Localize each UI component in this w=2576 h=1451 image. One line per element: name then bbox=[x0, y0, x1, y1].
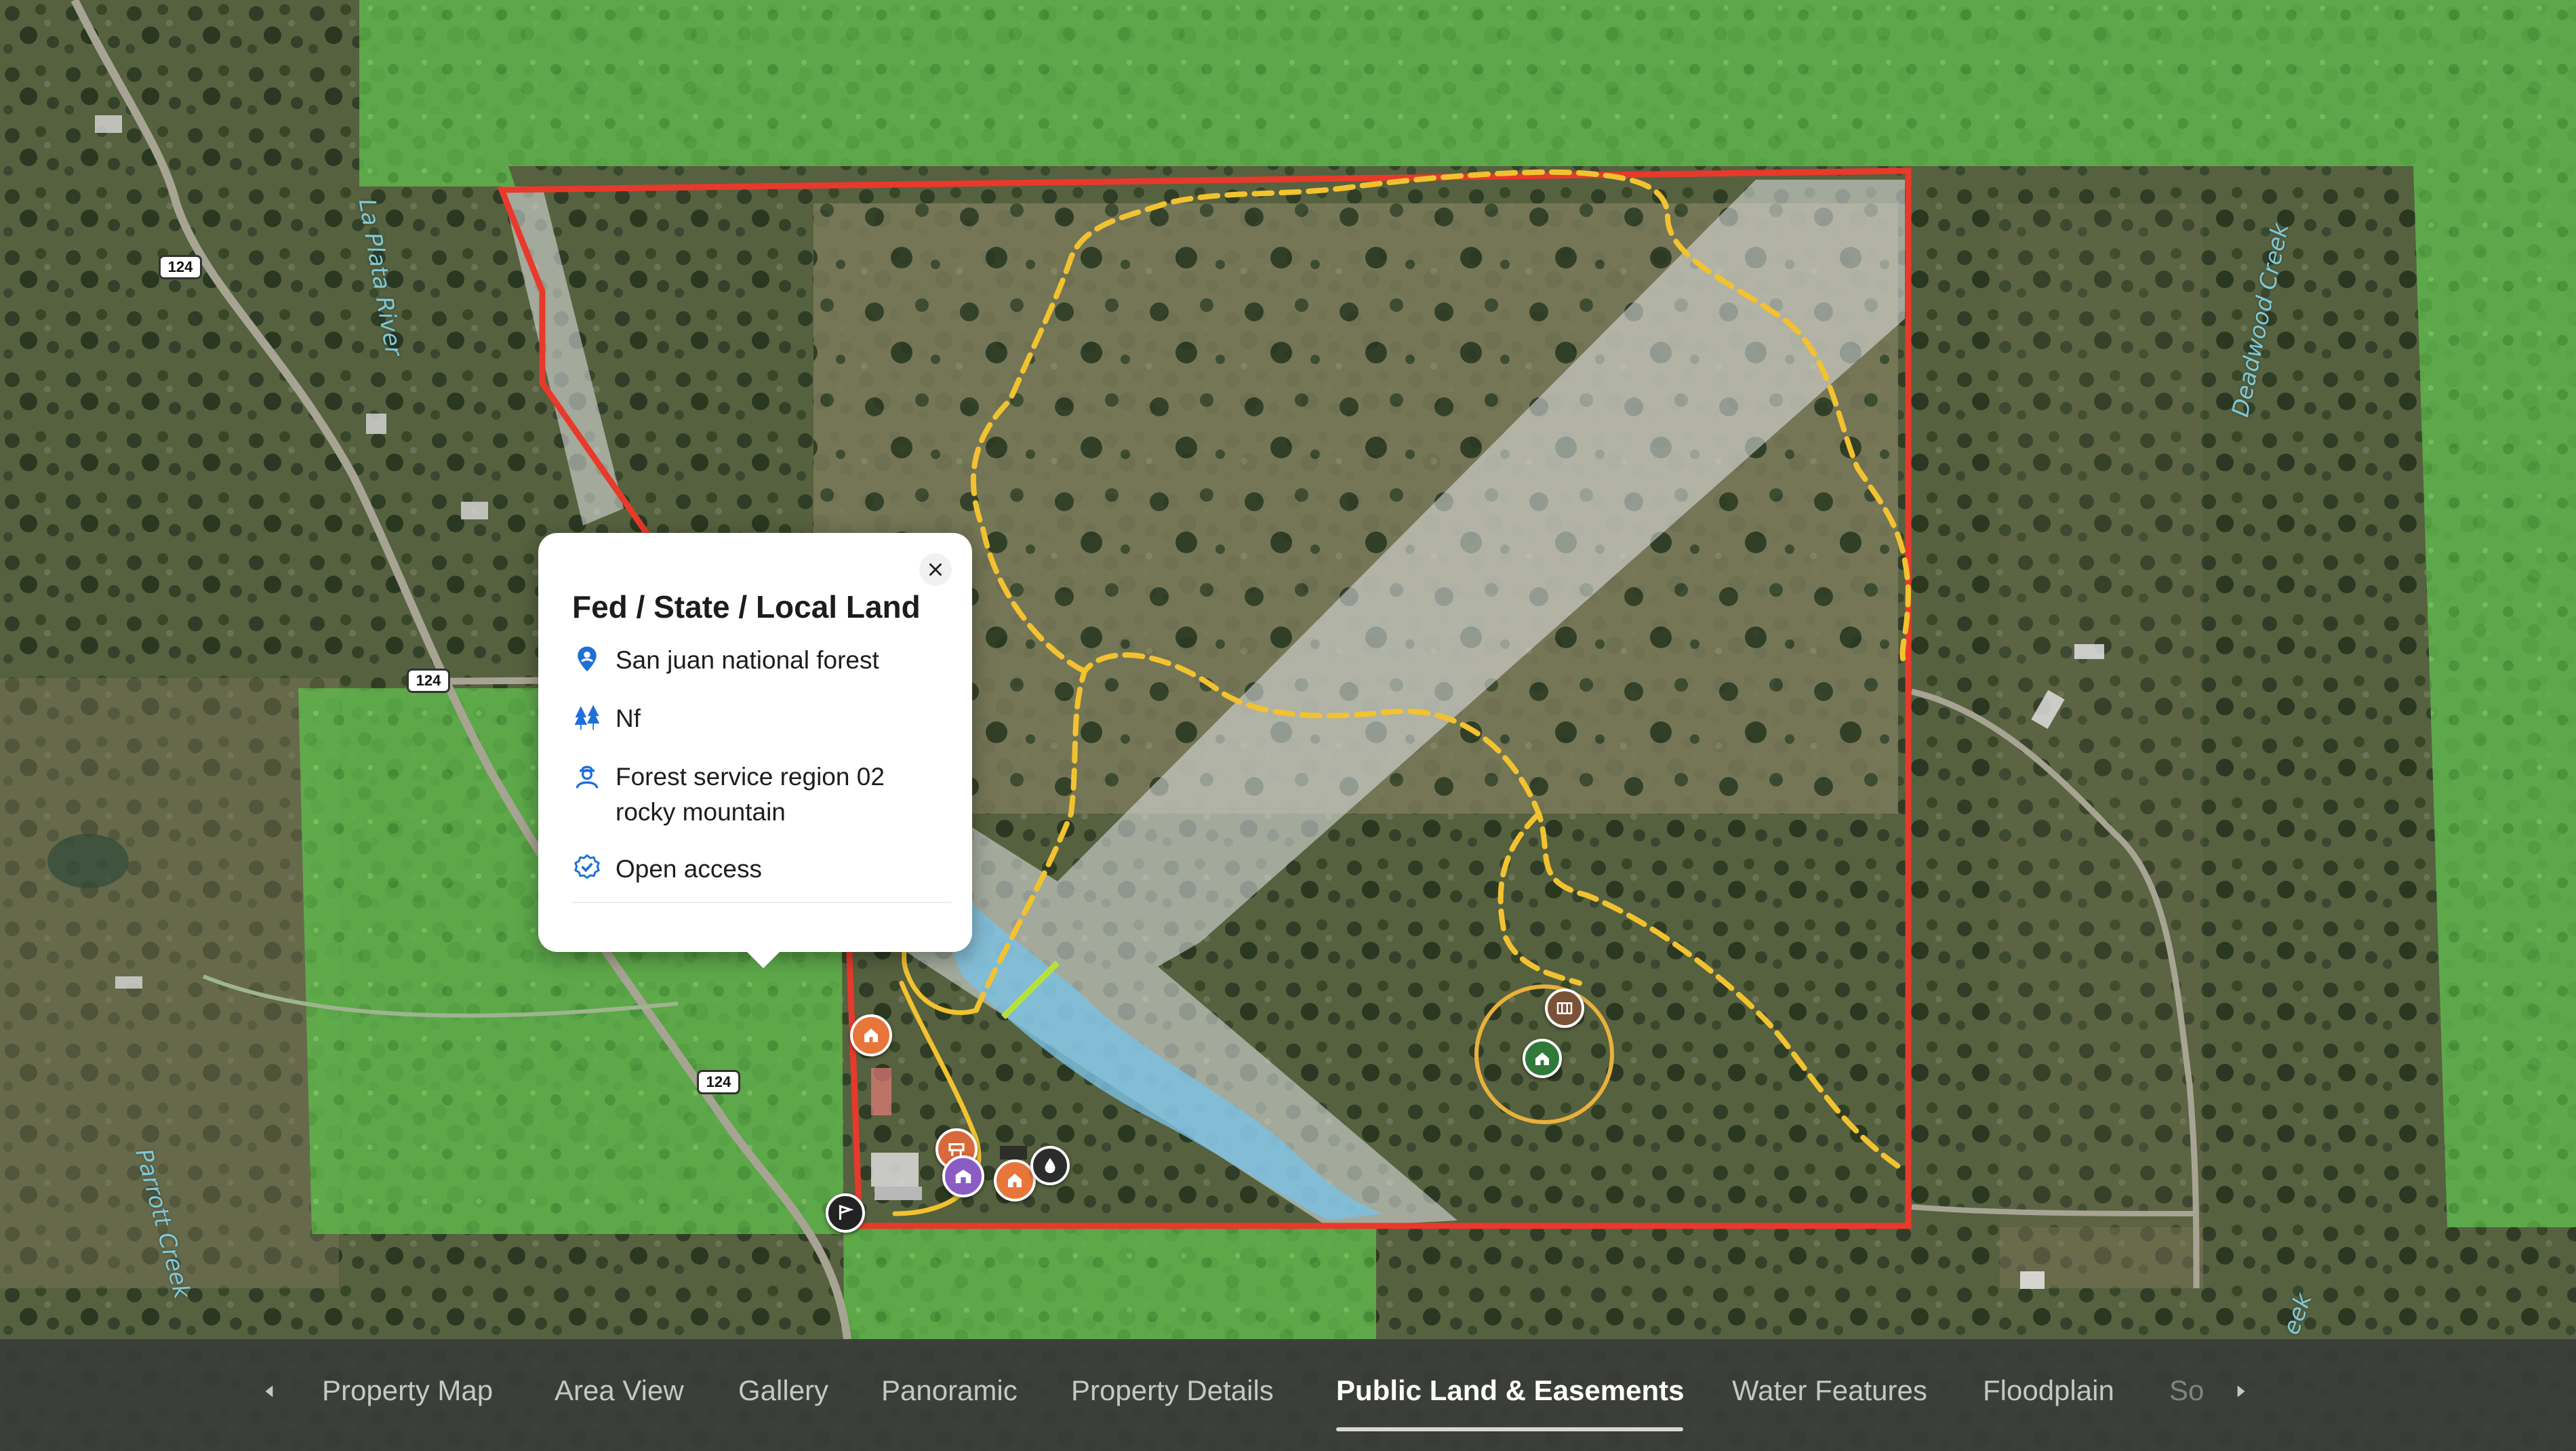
cabin-icon bbox=[1535, 1052, 1549, 1065]
popup-type-text: Nf bbox=[616, 704, 641, 732]
popup-manager-text: Forest service region 02 rocky mountain bbox=[616, 763, 885, 826]
tab-soil-partial[interactable]: So bbox=[2169, 1374, 2204, 1407]
location-person-icon bbox=[578, 646, 597, 672]
tab-gallery[interactable]: Gallery bbox=[738, 1374, 828, 1407]
popup-access-text: Open access bbox=[616, 855, 762, 883]
popup-row-agency: San juan national forest bbox=[572, 643, 927, 678]
pond bbox=[47, 834, 129, 888]
home-marker[interactable] bbox=[850, 1014, 892, 1056]
popup-agency-text: San juan national forest bbox=[616, 646, 879, 674]
satellite-map[interactable] bbox=[0, 0, 2576, 1451]
highway-shield: 124 bbox=[159, 255, 202, 279]
house-icon bbox=[1008, 1174, 1022, 1187]
close-button[interactable] bbox=[919, 553, 952, 586]
barn-icon bbox=[955, 1170, 971, 1183]
scroll-right-button[interactable] bbox=[2232, 1381, 2249, 1405]
ranger-icon bbox=[576, 766, 599, 789]
caret-left-icon bbox=[265, 1385, 273, 1397]
home-icon bbox=[864, 1029, 878, 1042]
bottom-tab-bar: Property Map Area View Gallery Panoramic… bbox=[0, 1339, 2576, 1451]
tab-public-land-easements[interactable]: Public Land & Easements bbox=[1336, 1374, 1684, 1407]
highway-shield: 124 bbox=[697, 1070, 740, 1094]
land-info-popup: Fed / State / Local Land San juan nation… bbox=[538, 533, 972, 968]
check-badge-icon bbox=[574, 854, 600, 879]
tab-property-map[interactable]: Property Map bbox=[322, 1374, 493, 1407]
cabin-marker[interactable] bbox=[1523, 1039, 1562, 1078]
popup-title: Fed / State / Local Land bbox=[572, 589, 921, 624]
gate-icon bbox=[1556, 1002, 1573, 1014]
active-tab-indicator bbox=[1336, 1427, 1683, 1431]
gate-marker[interactable] bbox=[1545, 989, 1584, 1028]
entrance-marker[interactable] bbox=[826, 1193, 865, 1233]
house-marker[interactable] bbox=[994, 1159, 1036, 1201]
entrance-flag-icon bbox=[839, 1204, 854, 1220]
popup-row-manager: Forest service region 02 rocky mountain bbox=[572, 759, 927, 830]
popup-row-type: Nf bbox=[572, 701, 927, 736]
barn-marker[interactable] bbox=[942, 1155, 984, 1197]
close-icon bbox=[929, 563, 942, 576]
popup-divider bbox=[572, 902, 952, 903]
highway-shield: 124 bbox=[407, 669, 450, 693]
scroll-left-button[interactable] bbox=[261, 1381, 279, 1405]
caret-right-icon bbox=[2237, 1385, 2245, 1397]
tab-property-details[interactable]: Property Details bbox=[1071, 1374, 1274, 1407]
tab-area-view[interactable]: Area View bbox=[555, 1374, 684, 1407]
water-marker[interactable] bbox=[1030, 1146, 1070, 1185]
trees-icon bbox=[574, 704, 600, 730]
tab-floodplain[interactable]: Floodplain bbox=[1983, 1374, 2114, 1407]
tab-water-features[interactable]: Water Features bbox=[1732, 1374, 1927, 1407]
water-drop-icon bbox=[1045, 1157, 1055, 1174]
tab-panoramic[interactable]: Panoramic bbox=[881, 1374, 1018, 1407]
popup-row-access: Open access bbox=[572, 852, 927, 887]
